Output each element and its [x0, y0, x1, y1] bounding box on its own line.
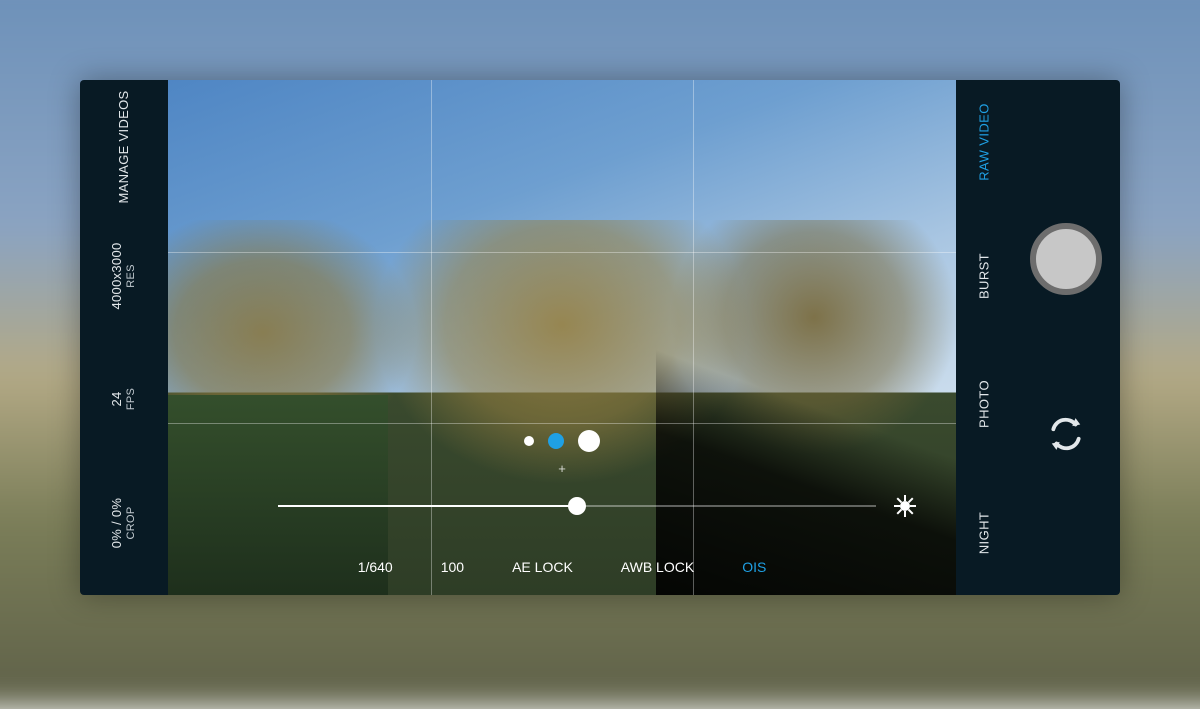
switch-camera-button[interactable]: [1047, 415, 1085, 453]
crop-label: CROP: [125, 498, 139, 549]
crop-setting[interactable]: 0% / 0% CROP: [109, 498, 139, 549]
mode-burst[interactable]: BURST: [977, 253, 992, 299]
iso-button[interactable]: 100: [441, 559, 464, 575]
resolution-setting[interactable]: 4000x3000 RES: [109, 242, 139, 309]
scene-shadow: [656, 295, 956, 595]
switch-camera-icon: [1047, 415, 1085, 453]
camera-app-frame: 0% / 0% CROP 24 FPS 4000x3000 RES MANAGE…: [80, 80, 1120, 595]
exposure-slider[interactable]: [278, 495, 916, 517]
focus-point-large[interactable]: [578, 430, 600, 452]
mode-photo[interactable]: PHOTO: [977, 380, 992, 428]
shutter-button[interactable]: [1030, 223, 1102, 295]
brightness-icon: [894, 495, 916, 517]
focus-point-medium-selected[interactable]: [548, 433, 564, 449]
grid-line-horizontal-1: [168, 252, 956, 253]
fps-value: 24: [109, 388, 125, 410]
ois-button[interactable]: OIS: [742, 559, 766, 575]
fps-setting[interactable]: 24 FPS: [109, 388, 139, 410]
shutter-speed-button[interactable]: 1/640: [358, 559, 393, 575]
focus-point-group[interactable]: [524, 430, 600, 452]
grid-line-horizontal-2: [168, 423, 956, 424]
mode-night[interactable]: NIGHT: [977, 512, 992, 554]
exposure-track-filled: [278, 505, 577, 507]
grid-line-vertical-1: [431, 80, 432, 595]
focus-point-small[interactable]: [524, 436, 534, 446]
fps-label: FPS: [125, 388, 139, 410]
resolution-label: RES: [125, 242, 139, 309]
manage-videos-button[interactable]: MANAGE VIDEOS: [116, 90, 132, 203]
ae-lock-button[interactable]: AE LOCK: [512, 559, 573, 575]
exposure-thumb[interactable]: [568, 497, 586, 515]
crop-value: 0% / 0%: [109, 498, 125, 549]
settings-rail-left: 0% / 0% CROP 24 FPS 4000x3000 RES MANAGE…: [80, 80, 168, 595]
exposure-controls-row: 1/640 100 AE LOCK AWB LOCK OIS: [168, 559, 956, 575]
resolution-value: 4000x3000: [109, 242, 125, 309]
grid-line-vertical-2: [693, 80, 694, 595]
viewfinder-scene: [168, 80, 956, 595]
viewfinder[interactable]: + 1/640 100 AE LOCK AWB LOCK OIS: [168, 80, 956, 595]
manage-videos-label: MANAGE VIDEOS: [116, 90, 132, 203]
mode-raw-video[interactable]: RAW VIDEO: [977, 103, 992, 181]
capture-rail-right: [1012, 80, 1120, 595]
add-focus-point-icon[interactable]: +: [558, 461, 566, 476]
awb-lock-button[interactable]: AWB LOCK: [621, 559, 694, 575]
mode-selector[interactable]: NIGHT PHOTO BURST RAW VIDEO: [956, 80, 1012, 595]
exposure-track[interactable]: [278, 505, 876, 507]
